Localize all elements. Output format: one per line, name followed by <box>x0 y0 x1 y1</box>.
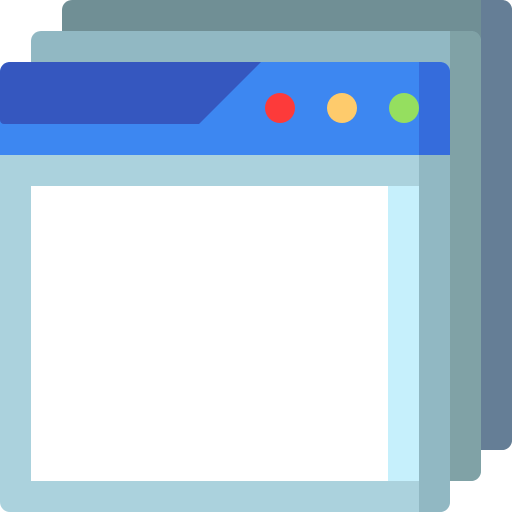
front-window <box>0 62 450 512</box>
maximize-dot <box>389 93 419 123</box>
title-bar-right-shade <box>419 62 450 155</box>
minimize-dot <box>327 93 357 123</box>
middle-window-right-shade-fill <box>450 31 465 481</box>
back-window-right-shade-fill <box>481 0 496 450</box>
close-dot <box>265 93 295 123</box>
stacked-windows-svg <box>0 0 512 512</box>
content-area <box>31 186 419 481</box>
content-area-right-edge <box>388 186 419 481</box>
stacked-browser-windows-icon <box>0 0 512 512</box>
